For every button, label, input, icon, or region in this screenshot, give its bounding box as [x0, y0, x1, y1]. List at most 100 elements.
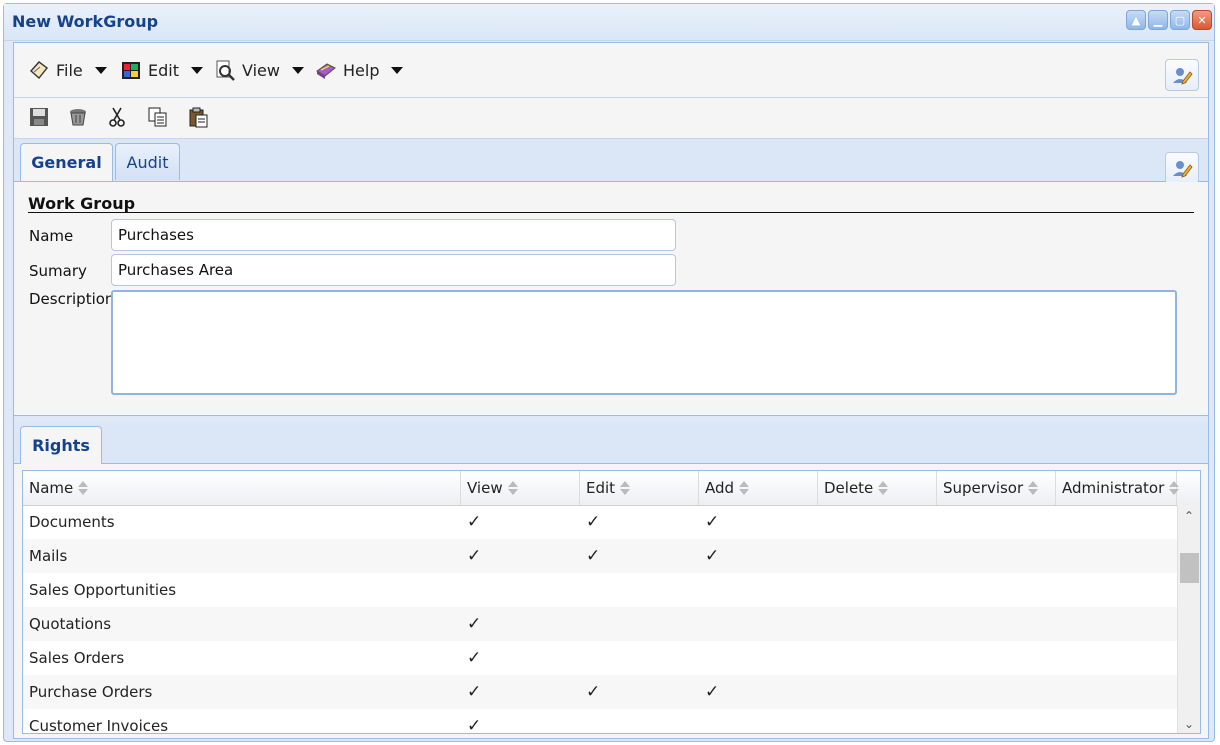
paste-icon[interactable]	[187, 106, 209, 128]
tab-rights[interactable]: Rights	[20, 426, 102, 464]
close-button[interactable]: ✕	[1192, 10, 1212, 30]
column-header-delete[interactable]: Delete	[818, 471, 937, 505]
table-row[interactable]: Mails ✓ ✓ ✓	[23, 539, 1177, 573]
sort-icon	[1028, 481, 1039, 495]
rights-view-cell[interactable]: ✓	[461, 505, 580, 539]
rights-administrator-cell[interactable]	[1056, 539, 1175, 573]
sort-icon	[1169, 481, 1179, 495]
rights-supervisor-cell[interactable]	[937, 709, 1056, 733]
name-label: Name	[29, 227, 74, 245]
table-row[interactable]: Purchase Orders ✓ ✓ ✓	[23, 675, 1177, 709]
tab-general[interactable]: General	[20, 143, 113, 181]
minimize-button[interactable]: ▁	[1148, 10, 1168, 30]
menu-file[interactable]: File	[28, 57, 107, 83]
scroll-up-icon[interactable]: ⌃	[1184, 509, 1194, 523]
menu-edit[interactable]: Edit	[120, 57, 203, 83]
rights-add-cell[interactable]: ✓	[699, 539, 818, 573]
table-row[interactable]: Sales Opportunities	[23, 573, 1177, 607]
rights-add-cell[interactable]: ✓	[699, 675, 818, 709]
rights-add-cell[interactable]: ✓	[699, 505, 818, 539]
rights-supervisor-cell[interactable]	[937, 539, 1056, 573]
edit-general-button[interactable]	[1165, 152, 1199, 184]
rights-supervisor-cell[interactable]	[937, 675, 1056, 709]
rights-add-cell[interactable]	[699, 709, 818, 733]
column-header-add[interactable]: Add	[699, 471, 818, 505]
rights-administrator-cell[interactable]	[1056, 505, 1175, 539]
title-bar[interactable]: New WorkGroup ▲ ▁ ▢ ✕	[4, 4, 1214, 41]
rights-delete-cell[interactable]	[818, 505, 937, 539]
check-icon: ✓	[705, 546, 720, 566]
rights-add-cell[interactable]	[699, 607, 818, 641]
rights-supervisor-cell[interactable]	[937, 505, 1056, 539]
rights-name-cell: Documents	[29, 513, 115, 531]
rights-name-cell: Quotations	[29, 615, 112, 633]
cut-icon[interactable]	[106, 106, 128, 128]
collapse-button[interactable]: ▲	[1126, 10, 1146, 30]
save-icon[interactable]	[28, 106, 50, 128]
column-header-view[interactable]: View	[461, 471, 580, 505]
column-header-supervisor[interactable]: Supervisor	[937, 471, 1056, 505]
edit-record-button[interactable]	[1165, 59, 1199, 91]
rights-delete-cell[interactable]	[818, 539, 937, 573]
scroll-down-icon[interactable]: ⌄	[1184, 717, 1194, 731]
tab-audit[interactable]: Audit	[115, 143, 180, 180]
check-icon: ✓	[467, 614, 482, 634]
table-row[interactable]: Documents ✓ ✓ ✓	[23, 505, 1177, 539]
column-header-edit[interactable]: Edit	[580, 471, 699, 505]
rights-administrator-cell[interactable]	[1056, 709, 1175, 733]
rights-administrator-cell[interactable]	[1056, 675, 1175, 709]
window-body: File Edit View Help General Audit Work G…	[13, 42, 1209, 739]
column-header-name[interactable]: Name	[23, 471, 461, 505]
rights-supervisor-cell[interactable]	[937, 641, 1056, 675]
name-input[interactable]	[111, 219, 676, 251]
rights-view-cell[interactable]: ✓	[461, 641, 580, 675]
grid-scrollbar[interactable]: ⌃ ⌄	[1177, 505, 1200, 733]
table-row[interactable]: Customer Invoices ✓	[23, 709, 1177, 734]
rights-view-cell[interactable]: ✓	[461, 607, 580, 641]
rights-view-cell[interactable]: ✓	[461, 709, 580, 733]
rights-edit-cell[interactable]	[580, 607, 699, 641]
sort-icon	[620, 481, 631, 495]
maximize-button[interactable]: ▢	[1170, 10, 1190, 30]
rights-administrator-cell[interactable]	[1056, 573, 1175, 607]
copy-icon[interactable]	[147, 106, 169, 128]
menu-view[interactable]: View	[214, 57, 304, 83]
rights-edit-cell[interactable]: ✓	[580, 539, 699, 573]
table-row[interactable]: Quotations ✓	[23, 607, 1177, 641]
rights-administrator-cell[interactable]	[1056, 607, 1175, 641]
grid-header: Name View Edit Add Delete Supervisor Adm…	[23, 471, 1200, 506]
scroll-thumb[interactable]	[1180, 553, 1199, 583]
table-row[interactable]: Sales Orders ✓	[23, 641, 1177, 675]
rights-add-cell[interactable]	[699, 573, 818, 607]
check-icon: ✓	[586, 546, 601, 566]
column-header-administrator[interactable]: Administrator	[1056, 471, 1179, 505]
rights-view-cell[interactable]: ✓	[461, 539, 580, 573]
rights-view-cell[interactable]: ✓	[461, 675, 580, 709]
rights-view-cell[interactable]	[461, 573, 580, 607]
description-textarea[interactable]	[111, 290, 1177, 395]
rights-edit-cell[interactable]	[580, 709, 699, 733]
rights-supervisor-cell[interactable]	[937, 607, 1056, 641]
view-icon	[216, 60, 235, 81]
sort-icon	[507, 481, 518, 495]
rights-delete-cell[interactable]	[818, 709, 937, 733]
summary-input[interactable]	[111, 254, 676, 286]
rights-name-cell: Customer Invoices	[29, 717, 169, 734]
rights-administrator-cell[interactable]	[1056, 641, 1175, 675]
rights-supervisor-cell[interactable]	[937, 573, 1056, 607]
rights-delete-cell[interactable]	[818, 641, 937, 675]
rights-delete-cell[interactable]	[818, 607, 937, 641]
rights-edit-cell[interactable]: ✓	[580, 675, 699, 709]
help-icon	[316, 63, 336, 79]
rights-edit-cell[interactable]	[580, 573, 699, 607]
menu-help[interactable]: Help	[315, 57, 404, 83]
rights-edit-cell[interactable]: ✓	[580, 505, 699, 539]
delete-icon[interactable]	[67, 106, 89, 128]
form-tabs: General Audit	[14, 139, 1208, 184]
rights-delete-cell[interactable]	[818, 675, 937, 709]
rights-add-cell[interactable]	[699, 641, 818, 675]
rights-delete-cell[interactable]	[818, 573, 937, 607]
general-panel: Work Group Name Sumary Description	[14, 182, 1208, 415]
window-title: New WorkGroup	[12, 12, 159, 31]
rights-edit-cell[interactable]	[580, 641, 699, 675]
